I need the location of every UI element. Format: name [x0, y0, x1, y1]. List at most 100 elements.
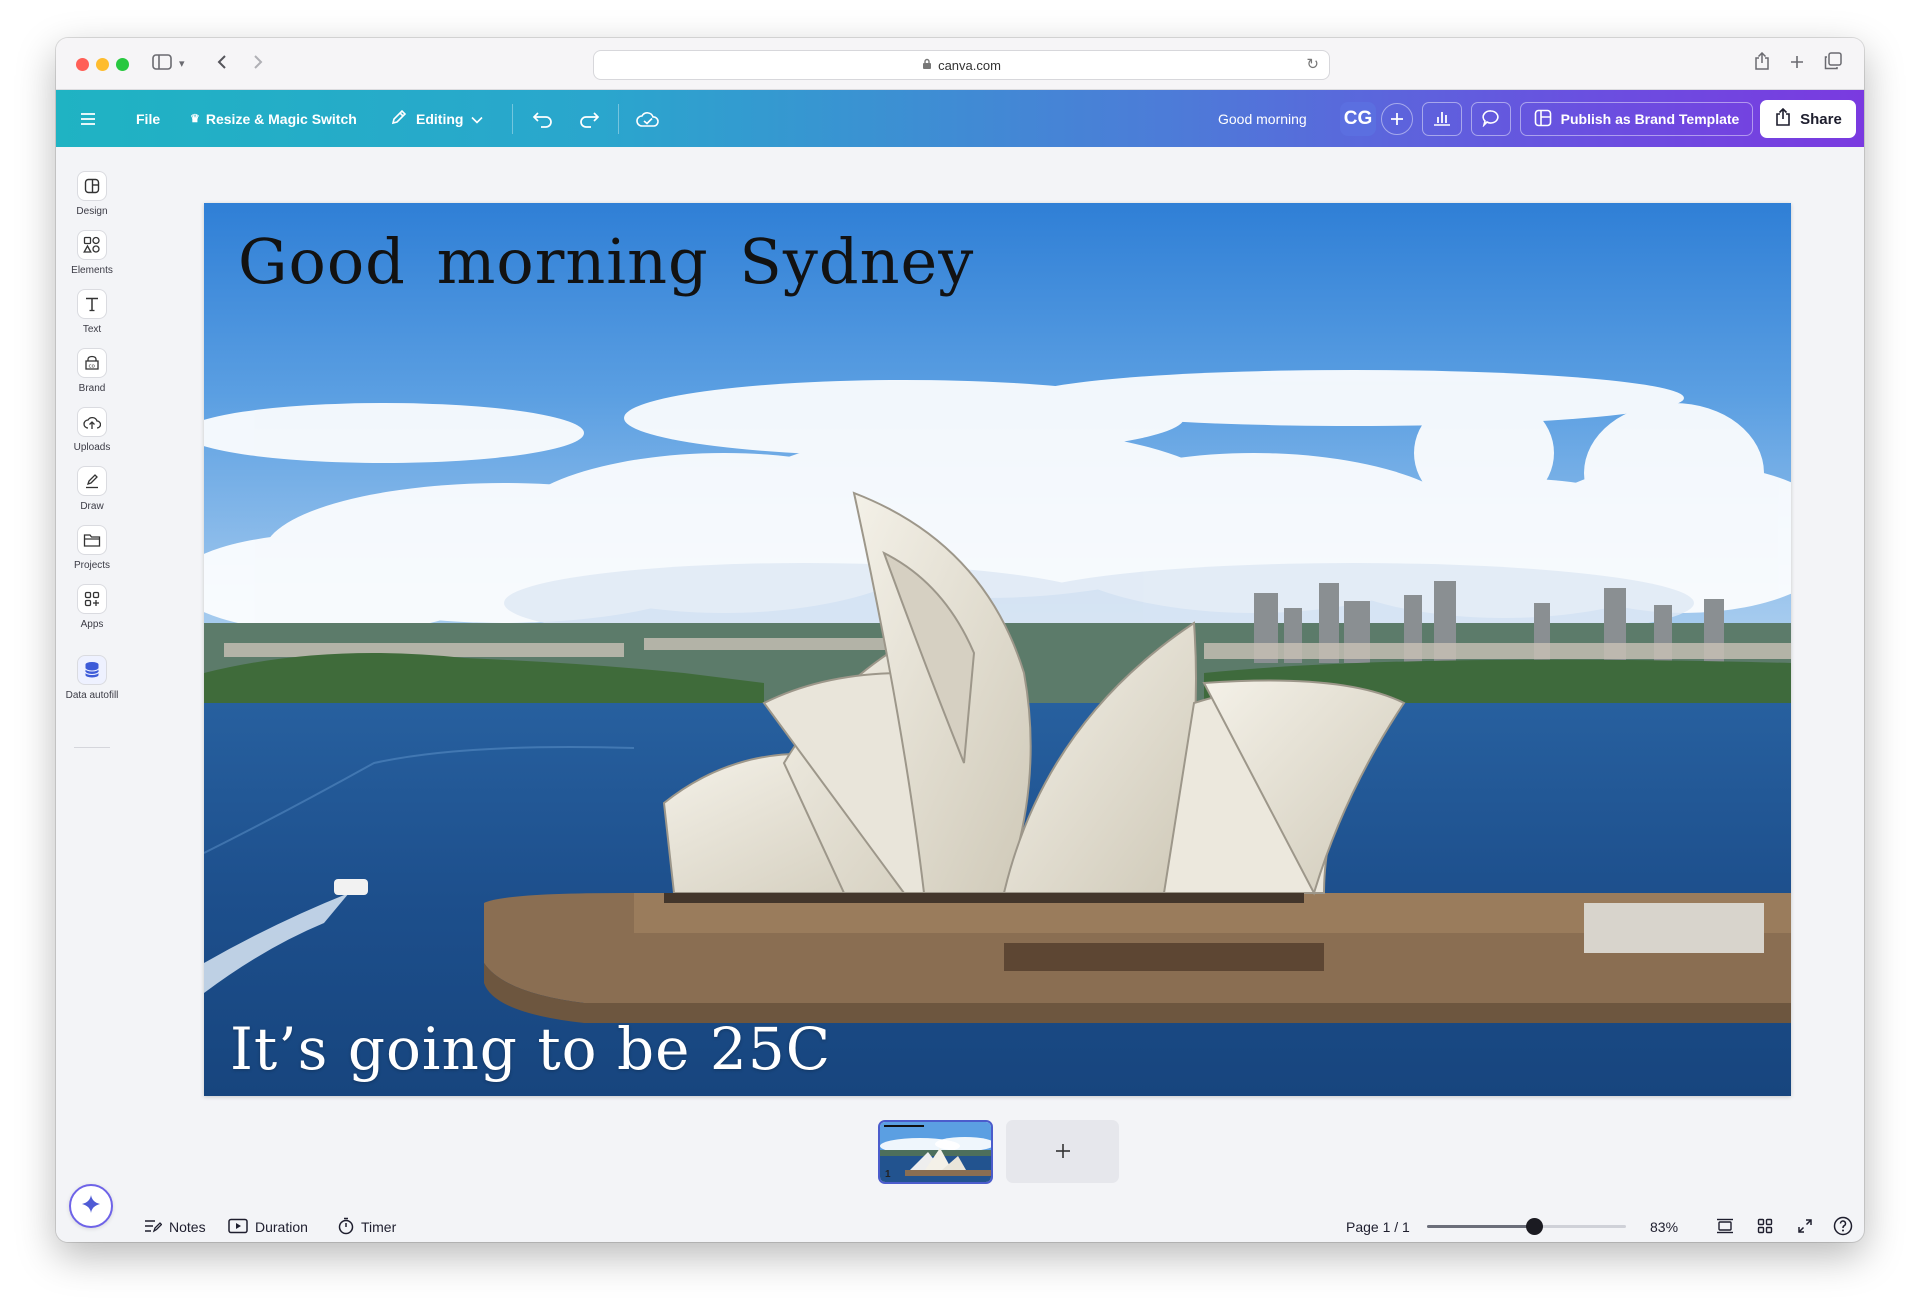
chevron-down-icon	[471, 111, 484, 127]
sidebar-item-label: Projects	[73, 560, 111, 571]
publish-brand-template-button[interactable]: Publish as Brand Template	[1520, 102, 1753, 136]
close-window-button[interactable]	[76, 58, 89, 71]
sidebar-item-projects[interactable]: Projects	[56, 525, 128, 585]
plus-icon	[1055, 1138, 1071, 1166]
sidebar-item-draw[interactable]: Draw	[56, 466, 128, 526]
editing-mode-dropdown[interactable]: Editing	[390, 90, 484, 147]
notes-button[interactable]: Notes	[144, 1216, 206, 1238]
duration-button[interactable]: Duration	[228, 1216, 308, 1238]
tab-overview-icon[interactable]	[1824, 50, 1842, 78]
new-tab-icon[interactable]	[1789, 50, 1805, 78]
page-thumbnail[interactable]: 1	[878, 1120, 993, 1184]
sidebar-item-design[interactable]: Design	[56, 171, 128, 231]
share-label: Share	[1800, 110, 1842, 128]
sidebar-item-elements[interactable]: Elements	[56, 230, 128, 290]
sydney-opera-house-photo	[204, 203, 1791, 1096]
chevron-down-icon[interactable]: ▾	[179, 50, 185, 78]
page-indicator: Page 1 / 1	[1346, 1219, 1410, 1235]
sidebar-toggle-icon[interactable]	[152, 50, 172, 78]
sidebar-item-label: Design	[76, 206, 108, 217]
browser-toolbar: ▾ canva.com ↻	[56, 38, 1864, 90]
elements-icon	[77, 230, 107, 260]
forward-icon[interactable]	[252, 50, 264, 78]
grid-view-icon[interactable]	[1754, 1215, 1776, 1237]
resize-magic-switch-button[interactable]: ♛ Resize & Magic Switch	[190, 90, 357, 147]
back-icon[interactable]	[216, 50, 228, 78]
menu-icon[interactable]	[80, 90, 96, 147]
address-bar[interactable]: canva.com ↻	[593, 50, 1330, 80]
sidebar-item-label: Elements	[71, 265, 113, 276]
add-collaborator-button[interactable]	[1381, 103, 1413, 135]
design-title[interactable]: Good morning	[1218, 90, 1307, 147]
sparkle-icon	[81, 1194, 101, 1219]
help-icon[interactable]	[1832, 1215, 1854, 1237]
page-number: 1	[885, 1169, 891, 1180]
redo-icon[interactable]	[578, 90, 600, 147]
projects-icon	[77, 525, 107, 555]
timer-icon	[338, 1217, 354, 1238]
sidebar-item-uploads[interactable]: Uploads	[56, 407, 128, 467]
uploads-icon	[77, 407, 107, 437]
zoom-slider-thumb[interactable]	[1526, 1218, 1544, 1235]
sidebar-item-label: Brand	[78, 383, 106, 394]
svg-text:co: co	[89, 364, 96, 370]
design-icon	[77, 171, 107, 201]
headline-text[interactable]: Good morning Sydney	[238, 225, 974, 298]
sidebar-item-label: Data autofill	[65, 690, 119, 701]
cloud-saved-icon[interactable]	[636, 90, 660, 147]
notes-label: Notes	[169, 1219, 206, 1235]
magic-assistant-button[interactable]	[69, 1184, 113, 1228]
sidebar-item-text[interactable]: Text	[56, 289, 128, 349]
sidebar-item-label: Draw	[80, 501, 104, 512]
zoom-slider-fill	[1427, 1225, 1535, 1228]
url-text: canva.com	[938, 57, 1001, 73]
duration-label: Duration	[255, 1219, 308, 1235]
sidebar-item-label: Text	[82, 324, 102, 335]
zoom-window-button[interactable]	[116, 58, 129, 71]
sidebar-item-apps[interactable]: Apps	[56, 584, 128, 644]
zoom-slider[interactable]	[1427, 1218, 1626, 1235]
avatar[interactable]: CG	[1340, 102, 1376, 136]
sidebar-item-data-autofill[interactable]: Data autofill	[56, 655, 128, 715]
insights-chart-button[interactable]	[1422, 102, 1462, 136]
reload-icon[interactable]: ↻	[1306, 55, 1319, 73]
sidebar-item-label: Uploads	[73, 442, 111, 453]
toolbar-divider	[512, 104, 513, 134]
publish-label: Publish as Brand Template	[1560, 111, 1740, 127]
editor-toolbar: File ♛ Resize & Magic Switch Editing Goo…	[56, 90, 1864, 147]
forecast-text[interactable]: It’s going to be 25C	[230, 1015, 831, 1083]
left-sidebar: Design Elements Text co Brand Uploads Dr…	[56, 147, 128, 1242]
page-preview-image	[880, 1122, 991, 1182]
zoom-level[interactable]: 83%	[1650, 1216, 1678, 1238]
lock-icon	[922, 58, 932, 73]
apps-icon	[77, 584, 107, 614]
browser-window: ▾ canva.com ↻ File ♛ Resize & Magic Swit…	[56, 38, 1864, 1242]
browser-share-icon[interactable]	[1754, 50, 1770, 78]
fullscreen-icon[interactable]	[1794, 1215, 1816, 1237]
timer-button[interactable]: Timer	[338, 1216, 396, 1238]
template-icon	[1534, 109, 1552, 130]
add-page-button[interactable]	[1006, 1120, 1119, 1183]
comment-icon	[1482, 109, 1500, 130]
toolbar-divider	[618, 104, 619, 134]
text-icon	[77, 289, 107, 319]
comments-button[interactable]	[1471, 102, 1511, 136]
timer-label: Timer	[361, 1219, 397, 1235]
notes-icon	[144, 1219, 163, 1236]
share-button[interactable]: Share	[1760, 100, 1856, 138]
minimize-window-button[interactable]	[96, 58, 109, 71]
undo-icon[interactable]	[532, 90, 554, 147]
sidebar-divider	[74, 747, 110, 748]
pages-view-icon[interactable]	[1714, 1215, 1736, 1237]
share-icon	[1774, 107, 1792, 130]
crown-icon: ♛	[190, 113, 200, 125]
database-icon	[77, 655, 107, 685]
brand-icon: co	[77, 348, 107, 378]
bar-chart-icon	[1433, 110, 1451, 129]
play-icon	[228, 1218, 248, 1237]
sidebar-item-label: Apps	[80, 619, 104, 630]
sidebar-item-brand[interactable]: co Brand	[56, 348, 128, 408]
file-menu-button[interactable]: File	[136, 90, 160, 147]
pencil-icon	[390, 108, 408, 129]
design-canvas[interactable]: Good morning Sydney It’s going to be 25C	[204, 203, 1791, 1096]
